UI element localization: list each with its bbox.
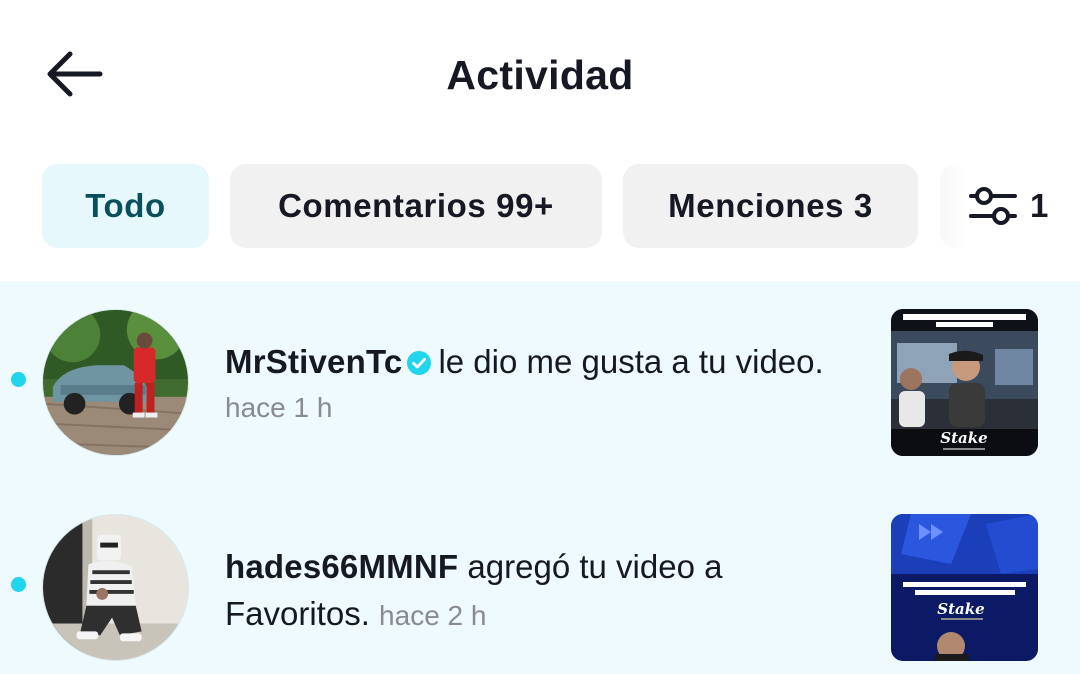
unread-indicator <box>11 372 26 387</box>
notification-text: MrStivenTc le dio me gusta a tu video. ha… <box>225 338 865 425</box>
avatar-image <box>43 310 188 455</box>
notification-message: le dio me gusta a tu video. <box>438 343 824 380</box>
video-thumbnail-image: Stake <box>891 309 1038 456</box>
activity-screen: Actividad Todo Comentarios 99+ Menciones… <box>0 0 1080 674</box>
notification-username[interactable]: hades66MMNF <box>225 548 458 585</box>
notification-time: hace 1 h <box>225 392 333 423</box>
filter-chip-comments[interactable]: Comentarios 99+ <box>230 164 602 248</box>
avatar-image <box>43 515 188 660</box>
notification-username[interactable]: MrStivenTc <box>225 343 402 380</box>
video-thumbnail-image: Stake <box>891 514 1038 661</box>
thumbnail-brand: Stake <box>937 600 984 618</box>
notification-time: hace 2 h <box>379 600 487 631</box>
filter-count: 1 <box>1030 187 1049 224</box>
header: Actividad <box>0 0 1080 150</box>
filter-chips: Todo Comentarios 99+ Menciones 3 1 <box>0 164 1080 248</box>
unread-indicator <box>11 577 26 592</box>
avatar[interactable] <box>42 309 189 456</box>
filter-settings-chip[interactable]: 1 <box>940 164 1080 248</box>
notification-message-cont: Favoritos. <box>225 595 370 632</box>
filter-chip-mentions[interactable]: Menciones 3 <box>623 164 918 248</box>
filter-chip-todo[interactable]: Todo <box>42 164 209 248</box>
notification-row[interactable]: MrStivenTc le dio me gusta a tu video. ha… <box>0 281 1080 471</box>
sliders-icon <box>969 187 1017 225</box>
notification-message: agregó tu video a <box>467 548 723 585</box>
video-thumbnail[interactable]: Stake <box>891 309 1038 456</box>
thumbnail-brand: Stake <box>940 429 987 447</box>
avatar[interactable] <box>42 514 189 661</box>
notification-text: hades66MMNF agregó tu video a Favoritos.… <box>225 543 865 639</box>
notification-list: MrStivenTc le dio me gusta a tu video. ha… <box>0 281 1080 674</box>
verified-badge-icon <box>406 350 432 376</box>
video-thumbnail[interactable]: Stake <box>891 514 1038 661</box>
page-title: Actividad <box>446 52 634 98</box>
